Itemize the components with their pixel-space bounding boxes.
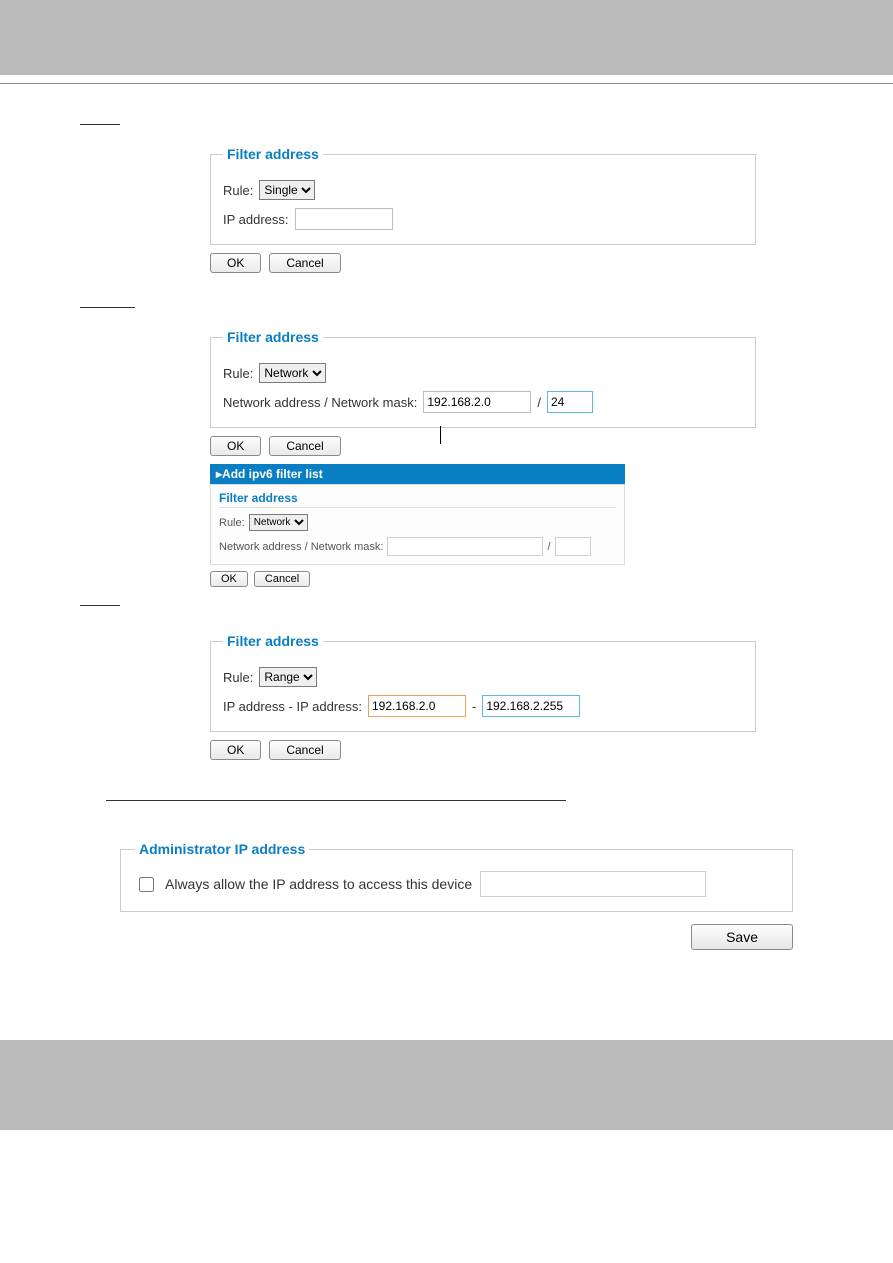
- network-address-input[interactable]: [423, 391, 531, 413]
- single-button-bar: OK Cancel: [210, 253, 833, 273]
- single-filter-legend: Filter address: [223, 146, 323, 162]
- rule-label: Rule:: [223, 183, 253, 198]
- save-button[interactable]: Save: [691, 924, 793, 950]
- rule-label: Rule:: [223, 670, 253, 685]
- ipv6-body: Filter address Rule: Network Network add…: [210, 484, 625, 565]
- range-filter-fieldset: Filter address Rule: Range IP address - …: [210, 633, 756, 732]
- network-button-bar: OK Cancel: [210, 436, 833, 456]
- range-ip-label: IP address - IP address:: [223, 699, 362, 714]
- ipv6-cancel-button[interactable]: Cancel: [254, 571, 310, 587]
- ipv6-rule-label: Rule:: [219, 517, 245, 529]
- network-panel-area: Filter address Rule: Network Network add…: [210, 329, 833, 587]
- range-to-input[interactable]: [482, 695, 580, 717]
- ipv6-rule-row: Rule: Network: [219, 514, 616, 531]
- ipv6-mask-input[interactable]: [555, 537, 591, 556]
- single-rule-row: Rule: Single: [223, 180, 743, 200]
- range-ip-row: IP address - IP address: -: [223, 695, 743, 717]
- section-marker-network: [80, 307, 135, 308]
- section-divider: [106, 800, 566, 801]
- range-from-input[interactable]: [368, 695, 466, 717]
- single-rule-select[interactable]: Single: [259, 180, 315, 200]
- ipv6-button-bar: OK Cancel: [210, 571, 625, 587]
- range-rule-row: Rule: Range: [223, 667, 743, 687]
- range-ok-button[interactable]: OK: [210, 740, 261, 760]
- ipv6-legend: Filter address: [219, 491, 616, 508]
- section-marker-single: [80, 124, 120, 125]
- network-addr-label: Network address / Network mask:: [223, 395, 417, 410]
- single-cancel-button[interactable]: Cancel: [269, 253, 340, 273]
- single-panel-area: Filter address Rule: Single IP address: …: [210, 146, 833, 273]
- network-ok-button[interactable]: OK: [210, 436, 261, 456]
- save-button-bar: Save: [80, 924, 793, 950]
- ipv6-addr-label: Network address / Network mask:: [219, 541, 383, 553]
- ipv6-block-title: ▸Add ipv6 filter list: [210, 464, 625, 484]
- network-cancel-button[interactable]: Cancel: [269, 436, 340, 456]
- single-ip-row: IP address:: [223, 208, 743, 230]
- ipv6-address-input[interactable]: [387, 537, 543, 556]
- ipv6-slash-label: /: [547, 541, 550, 553]
- bottom-decorative-band: [0, 1040, 893, 1130]
- single-ip-input[interactable]: [295, 208, 393, 230]
- network-rule-select[interactable]: Network: [259, 363, 326, 383]
- dash-label: -: [472, 699, 476, 714]
- range-button-bar: OK Cancel: [210, 740, 833, 760]
- section-marker-range: [80, 605, 120, 606]
- range-cancel-button[interactable]: Cancel: [269, 740, 340, 760]
- admin-ip-legend: Administrator IP address: [135, 841, 309, 857]
- ipv6-block: ▸Add ipv6 filter list Filter address Rul…: [210, 464, 625, 587]
- range-filter-legend: Filter address: [223, 633, 323, 649]
- ipv6-rule-select[interactable]: Network: [249, 514, 308, 531]
- network-rule-row: Rule: Network: [223, 363, 743, 383]
- network-filter-legend: Filter address: [223, 329, 323, 345]
- single-ip-label: IP address:: [223, 212, 289, 227]
- network-mask-input[interactable]: [547, 391, 593, 413]
- single-ok-button[interactable]: OK: [210, 253, 261, 273]
- rule-label: Rule:: [223, 366, 253, 381]
- ipv6-addr-row: Network address / Network mask: /: [219, 537, 616, 556]
- admin-ip-fieldset: Administrator IP address Always allow th…: [120, 841, 793, 912]
- page-content: Filter address Rule: Single IP address: …: [0, 84, 893, 990]
- single-filter-fieldset: Filter address Rule: Single IP address:: [210, 146, 756, 245]
- admin-ip-row: Always allow the IP address to access th…: [135, 871, 778, 897]
- admin-checkbox-label: Always allow the IP address to access th…: [165, 876, 472, 892]
- slash-label: /: [537, 395, 541, 410]
- admin-always-allow-checkbox[interactable]: [139, 877, 154, 892]
- range-panel-area: Filter address Rule: Range IP address - …: [210, 633, 833, 760]
- admin-ip-input[interactable]: [480, 871, 706, 897]
- network-addr-row: Network address / Network mask: /: [223, 391, 743, 413]
- network-filter-fieldset: Filter address Rule: Network Network add…: [210, 329, 756, 428]
- range-rule-select[interactable]: Range: [259, 667, 317, 687]
- top-decorative-band: [0, 0, 893, 75]
- ipv6-ok-button[interactable]: OK: [210, 571, 248, 587]
